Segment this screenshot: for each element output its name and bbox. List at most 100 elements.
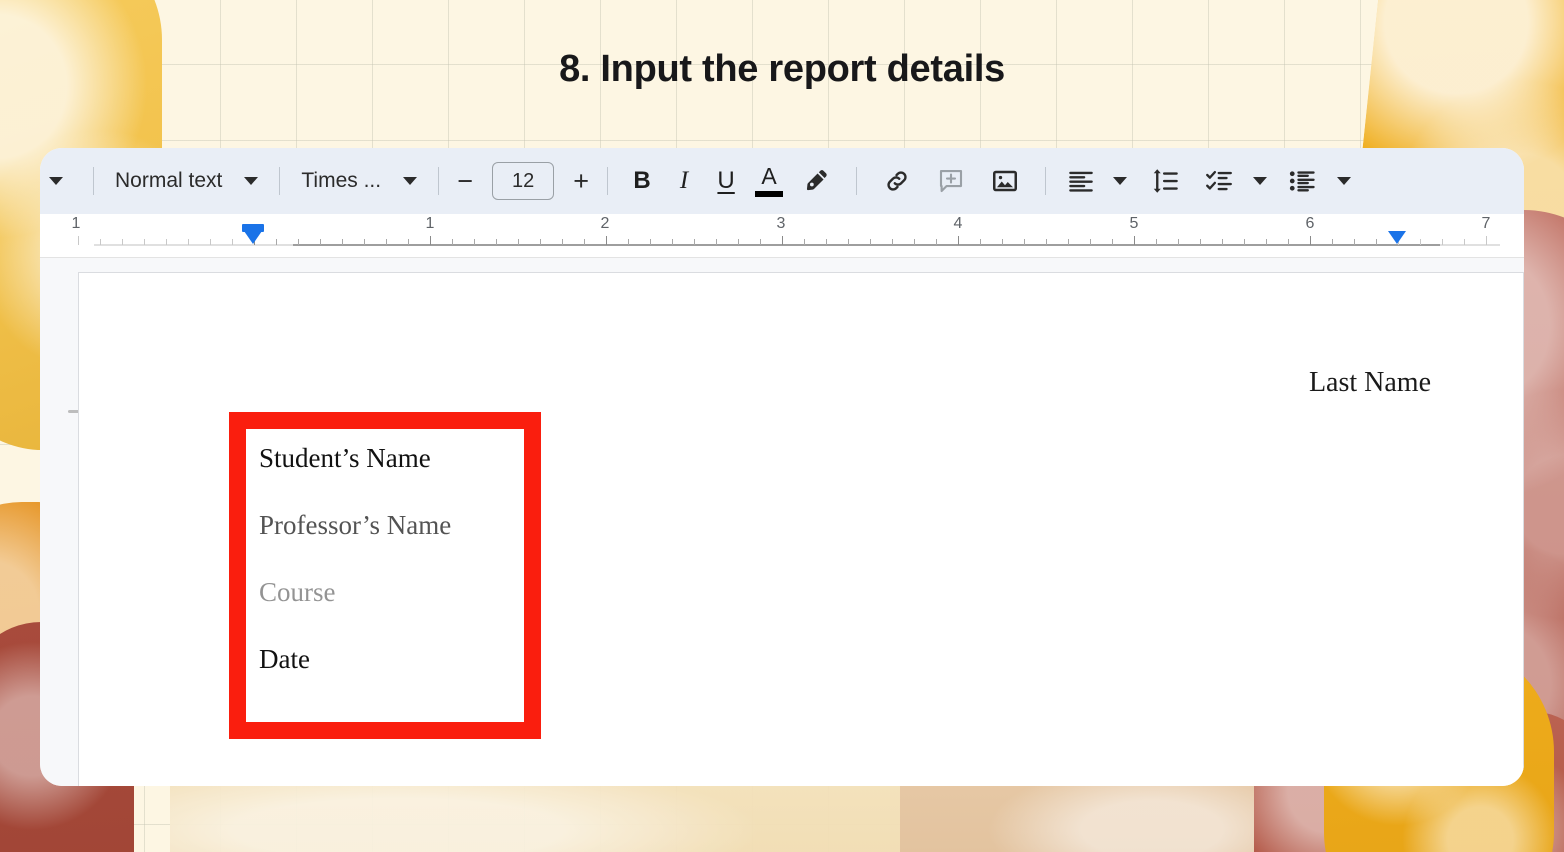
ruler-tick [122, 239, 123, 245]
font-size-input[interactable]: 12 [492, 162, 555, 200]
ruler-tick [1354, 239, 1355, 245]
ruler-tick [518, 239, 519, 245]
checklist-dropdown-button[interactable] [1243, 162, 1277, 200]
line-spacing-icon [1153, 169, 1178, 193]
ruler-tick [408, 239, 409, 245]
line-spacing-button[interactable] [1137, 162, 1195, 200]
ruler-tick [78, 236, 79, 245]
document-ruler[interactable]: 1 1 2 3 4 5 6 7 [40, 214, 1524, 258]
toolbar-divider [279, 167, 281, 195]
ruler-tick [452, 239, 453, 245]
ruler-tick [606, 236, 607, 245]
ruler-tick [276, 239, 277, 245]
ruler-tick [628, 239, 629, 245]
toolbar-divider [93, 167, 94, 195]
document-page[interactable]: Last Name Student’s Name Professor’s Nam… [78, 272, 1524, 786]
ruler-tick [1442, 239, 1443, 245]
document-header-right: Last Name [1308, 367, 1431, 398]
decrease-font-size-button[interactable]: − [452, 167, 478, 195]
ruler-tick [1332, 239, 1333, 245]
document-line-text: Professor’s Name [259, 510, 452, 540]
align-button[interactable] [1059, 162, 1103, 200]
ruler-tick [430, 236, 431, 245]
document-line-text: Student’s Name [259, 443, 431, 473]
ruler-number: 4 [953, 215, 963, 232]
insert-link-button[interactable] [870, 162, 924, 200]
text-color-button[interactable]: A [747, 162, 791, 200]
document-line-text: Course [259, 577, 336, 607]
ruler-tick [1288, 239, 1289, 245]
checklist-button[interactable] [1195, 162, 1243, 200]
ruler-tick [914, 239, 915, 245]
ruler-tick [1310, 236, 1311, 245]
ruler-tick [166, 239, 167, 245]
ruler-tick [738, 239, 739, 245]
document-body: Student’s Name Professor’s Name Course D… [259, 443, 451, 711]
underline-button[interactable]: U [705, 162, 747, 200]
ruler-tick [188, 239, 189, 245]
ruler-tick [892, 239, 893, 245]
ruler-number: 6 [1305, 215, 1315, 232]
ruler-tick [364, 239, 365, 245]
chevron-down-icon [1253, 177, 1268, 185]
ruler-tick [474, 239, 475, 245]
ruler-tick [210, 239, 211, 245]
ruler-tick [870, 239, 871, 245]
ruler-number: 1 [71, 215, 81, 232]
add-comment-button[interactable] [924, 162, 978, 200]
ruler-tick [1420, 239, 1421, 245]
ruler-tick [1244, 239, 1245, 245]
ruler-tick [562, 239, 563, 245]
ruler-tick [1200, 239, 1201, 245]
document-line: Date [259, 644, 451, 711]
ruler-number: 2 [600, 215, 610, 232]
ruler-tick [958, 236, 959, 245]
ruler-tick [1002, 239, 1003, 245]
ruler-tick [804, 239, 805, 245]
insert-image-icon [993, 170, 1018, 192]
ruler-tick [1222, 239, 1223, 245]
ruler-tick [496, 239, 497, 245]
right-indent-marker[interactable] [1388, 231, 1406, 244]
chevron-down-icon [1113, 177, 1128, 185]
ruler-tick [1134, 236, 1135, 245]
ruler-tick [782, 236, 783, 245]
bulleted-list-dropdown-button[interactable] [1327, 162, 1361, 200]
ruler-tick [1156, 239, 1157, 245]
ruler-tick [760, 239, 761, 245]
insert-image-button[interactable] [978, 162, 1032, 200]
ruler-tick [672, 239, 673, 245]
ruler-tick [1090, 239, 1091, 245]
ruler-tick [1024, 239, 1025, 245]
ruler-number: 7 [1481, 215, 1491, 232]
bold-button[interactable]: B [621, 162, 663, 200]
paragraph-style-dropdown[interactable]: Normal text [107, 161, 266, 201]
text-color-label: A [761, 163, 777, 189]
align-dropdown-button[interactable] [1103, 162, 1137, 200]
document-line: Student’s Name [259, 443, 451, 510]
ruler-tick [1376, 239, 1377, 245]
toolbar-overflow-button[interactable] [40, 162, 80, 200]
bulleted-list-button[interactable] [1277, 162, 1327, 200]
highlight-color-button[interactable] [791, 162, 843, 200]
ruler-tick [1178, 239, 1179, 245]
ruler-tick [298, 239, 299, 245]
ruler-tick [584, 239, 585, 245]
italic-button[interactable]: I [663, 162, 705, 200]
checklist-icon [1206, 170, 1233, 191]
font-family-dropdown[interactable]: Times ... [293, 161, 425, 201]
chevron-down-icon [403, 177, 418, 185]
chevron-down-icon [244, 177, 259, 185]
toolbar-divider [1045, 167, 1047, 195]
ruler-tick [342, 239, 343, 245]
increase-font-size-button[interactable]: + [568, 167, 594, 195]
text-color-swatch [755, 191, 784, 197]
ruler-tick [232, 239, 233, 245]
left-indent-marker[interactable] [244, 231, 262, 244]
ruler-tick [716, 239, 717, 245]
ruler-number: 1 [425, 215, 435, 232]
paragraph-style-label: Normal text [115, 169, 223, 192]
docs-editor-window: Normal text Times ... − 12 + B I U A 1 1… [40, 148, 1524, 786]
page-title: 8. Input the report details [559, 48, 1005, 90]
document-line-text: Date [259, 644, 310, 674]
